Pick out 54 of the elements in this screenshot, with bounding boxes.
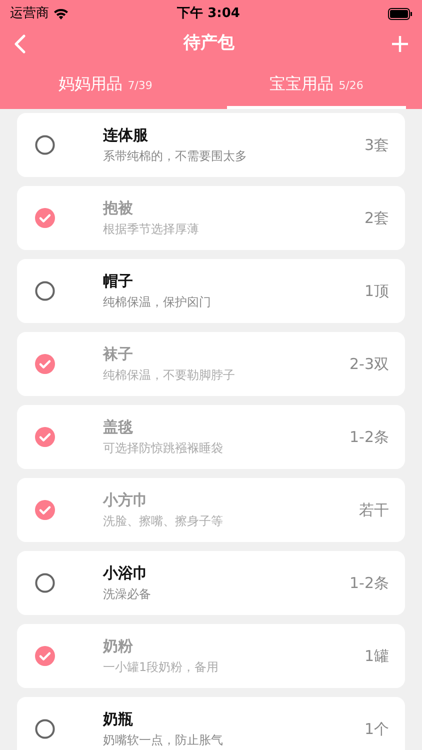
checked-icon[interactable]	[35, 427, 55, 447]
item-card[interactable]: 抱被 根据季节选择厚薄 2套	[17, 186, 405, 250]
unchecked-circle-icon[interactable]	[35, 135, 55, 155]
item-quantity: 2套	[364, 208, 389, 229]
item-card[interactable]: 奶粉 一小罐1段奶粉，备用 1罐	[17, 624, 405, 688]
unchecked-circle-icon[interactable]	[35, 573, 55, 593]
item-card[interactable]: 连体服 系带纯棉的，不需要围太多 3套	[17, 113, 405, 177]
item-name: 小方巾	[103, 491, 149, 510]
item-card[interactable]: 帽子 纯棉保温，保护囟门 1顶	[17, 259, 405, 323]
item-note: 纯棉保温，不要勒脚脖子	[103, 368, 236, 383]
item-note: 系带纯棉的，不需要围太多	[103, 148, 248, 164]
item-quantity: 1-2条	[350, 572, 389, 594]
item-card[interactable]: 小方巾 洗脸、擦嘴、擦身子等 若干	[17, 478, 405, 542]
item-note: 纯棉保温，保护囟门	[103, 294, 212, 310]
item-quantity: 若干	[359, 500, 389, 521]
add-icon[interactable]	[392, 36, 408, 52]
tab[interactable]: 宝宝用品 5/26	[227, 60, 406, 109]
clock-text: 下午 3:04	[176, 5, 241, 24]
carrier-text: 运营商	[10, 5, 49, 24]
unchecked-circle-icon[interactable]	[35, 281, 55, 301]
item-card[interactable]: 奶瓶 奶嘴软一点，防止胀气 1个	[17, 697, 405, 750]
item-note: 洗脸、擦嘴、擦身子等	[103, 514, 224, 529]
item-note: 根据季节选择厚薄	[103, 222, 200, 237]
wifi-icon	[53, 8, 69, 20]
checked-icon[interactable]	[35, 500, 55, 520]
checked-icon[interactable]	[35, 208, 55, 228]
item-quantity: 1-2条	[350, 426, 389, 448]
item-quantity: 1顶	[364, 280, 389, 302]
item-name: 袜子	[103, 345, 134, 364]
item-quantity: 1罐	[364, 646, 389, 667]
page-title: 待产包	[184, 32, 234, 56]
item-name: 盖毯	[103, 418, 134, 437]
item-quantity: 2-3双	[350, 354, 389, 375]
item-name: 小浴巾	[103, 564, 149, 583]
item-note: 一小罐1段奶粉，备用	[103, 660, 220, 675]
checked-icon[interactable]	[35, 354, 55, 374]
item-name: 奶瓶	[103, 710, 134, 729]
item-name: 连体服	[103, 126, 149, 145]
checked-icon[interactable]	[35, 646, 55, 666]
item-note: 洗澡必备	[103, 586, 152, 602]
item-name: 帽子	[103, 272, 134, 291]
battery-icon	[388, 8, 412, 20]
item-card[interactable]: 小浴巾 洗澡必备 1-2条	[17, 551, 405, 615]
item-quantity: 1个	[364, 718, 389, 740]
item-name: 奶粉	[103, 637, 134, 656]
unchecked-circle-icon[interactable]	[35, 719, 55, 739]
item-note: 可选择防惊跳襁褓睡袋	[103, 440, 224, 456]
back-icon[interactable]	[14, 34, 26, 54]
item-card[interactable]: 袜子 纯棉保温，不要勒脚脖子 2-3双	[17, 332, 405, 396]
item-note: 奶嘴软一点，防止胀气	[103, 732, 224, 748]
item-card[interactable]: 盖毯 可选择防惊跳襁褓睡袋 1-2条	[17, 405, 405, 469]
tab[interactable]: 妈妈用品 7/39	[16, 60, 195, 109]
item-name: 抱被	[103, 199, 134, 218]
item-quantity: 3套	[364, 134, 389, 156]
